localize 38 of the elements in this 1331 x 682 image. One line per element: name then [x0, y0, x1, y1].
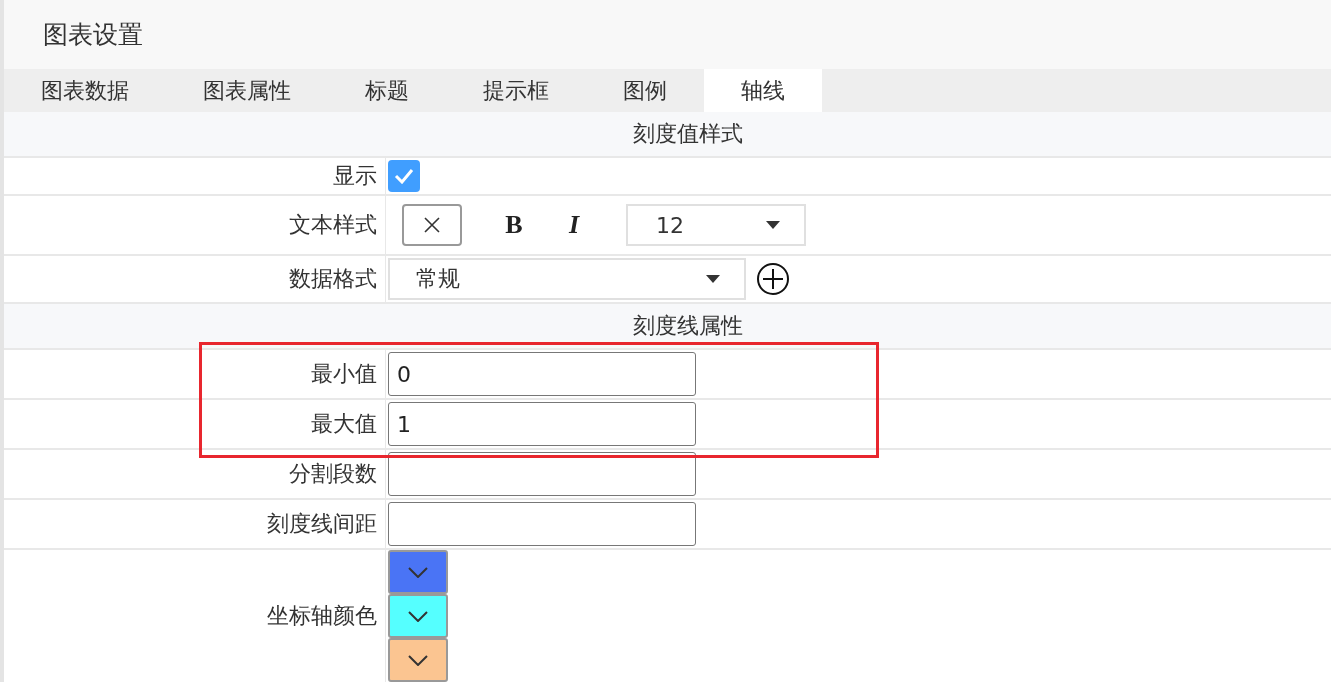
color-picker[interactable] [388, 594, 448, 638]
tab[interactable]: 图表数据 [4, 69, 166, 112]
format-select[interactable]: 常规 [388, 258, 746, 300]
field-label: 显示 [333, 162, 377, 190]
input-field[interactable]: 0 [388, 352, 696, 396]
clear-button[interactable] [402, 204, 462, 246]
field-label: 分割段数 [289, 460, 377, 488]
section-header: 刻度值样式 [4, 112, 1331, 158]
tab[interactable]: 提示框 [446, 69, 586, 112]
color-picker[interactable] [388, 550, 448, 594]
checkmark-icon [394, 168, 414, 184]
input-field[interactable] [388, 502, 696, 546]
field-label: 刻度线间距 [267, 510, 377, 538]
tab[interactable]: 图表属性 [166, 69, 328, 112]
chevron-down-icon [408, 566, 428, 578]
input-field[interactable]: 1 [388, 402, 696, 446]
tab[interactable]: 标题 [328, 69, 446, 112]
field-label: 最小值 [311, 360, 377, 388]
add-icon[interactable] [756, 262, 790, 296]
close-icon [424, 217, 440, 233]
chevron-down-icon [408, 654, 428, 666]
field-label: 文本样式 [289, 211, 377, 239]
chevron-down-icon [408, 610, 428, 622]
field-label: 坐标轴颜色 [267, 602, 377, 630]
section-header: 刻度线属性 [4, 304, 1331, 350]
tab[interactable]: 图例 [586, 69, 704, 112]
tab[interactable]: 轴线 [704, 69, 822, 112]
italic-button[interactable]: I [544, 209, 604, 241]
window-title: 图表设置 [43, 19, 143, 51]
font-size-select[interactable]: 12 [626, 204, 806, 246]
caret-icon [706, 275, 720, 283]
caret-icon [766, 221, 780, 229]
color-picker[interactable] [388, 638, 448, 682]
input-field[interactable] [388, 452, 696, 496]
bold-button[interactable]: B [484, 209, 544, 241]
field-label: 数据格式 [289, 265, 377, 293]
checkbox[interactable] [388, 160, 420, 192]
field-label: 最大值 [311, 410, 377, 438]
